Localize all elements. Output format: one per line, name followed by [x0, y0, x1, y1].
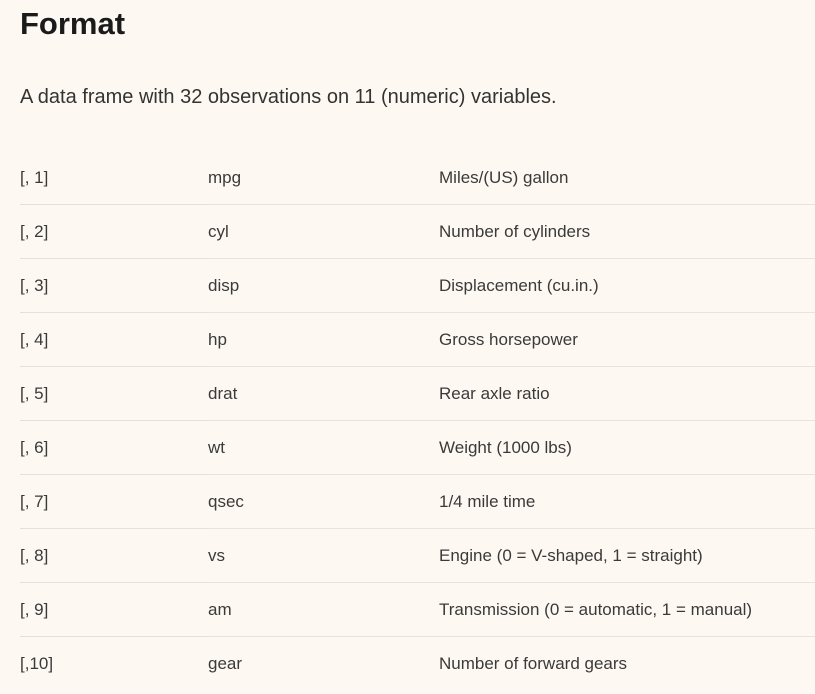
- table-row: [,10] gear Number of forward gears: [20, 636, 815, 690]
- table-row: [, 1] mpg Miles/(US) gallon: [20, 151, 815, 205]
- section-description: A data frame with 32 observations on 11 …: [20, 86, 557, 108]
- table-row: [, 8] vs Engine (0 = V-shaped, 1 = strai…: [20, 528, 815, 583]
- variable-name: qsec: [208, 474, 439, 529]
- variable-description: Number of cylinders: [439, 204, 815, 259]
- variable-index: [, 2]: [20, 204, 208, 259]
- variable-description: Miles/(US) gallon: [439, 167, 569, 187]
- variable-name: hp: [208, 312, 439, 367]
- variables-table: [, 1] mpg Miles/(US) gallon [, 2] cyl Nu…: [20, 151, 815, 690]
- table-row: [, 3] disp Displacement (cu.in.): [20, 258, 815, 313]
- variable-description: Transmission (0 = automatic, 1 = manual): [439, 582, 815, 637]
- variable-index: [, 8]: [20, 528, 208, 583]
- variable-index: [, 6]: [20, 420, 208, 475]
- table-row: [, 4] hp Gross horsepower: [20, 312, 815, 367]
- variable-name: cyl: [208, 204, 439, 259]
- variable-name: wt: [208, 420, 439, 475]
- table-row: [, 7] qsec 1/4 mile time: [20, 474, 815, 529]
- variable-description: Displacement (cu.in.): [439, 258, 815, 313]
- variable-description: Number of forward gears: [439, 636, 815, 690]
- variable-index: [, 1]: [20, 167, 49, 187]
- variable-index: [, 3]: [20, 258, 208, 313]
- table-row: [, 5] drat Rear axle ratio: [20, 366, 815, 421]
- variable-name: gear: [208, 636, 439, 690]
- variable-description: Engine (0 = V-shaped, 1 = straight): [439, 528, 815, 583]
- variable-name: drat: [208, 366, 439, 421]
- table-row: [, 9] am Transmission (0 = automatic, 1 …: [20, 582, 815, 637]
- variable-name: am: [208, 582, 439, 637]
- variable-description: 1/4 mile time: [439, 474, 815, 529]
- variable-name: disp: [208, 258, 439, 313]
- variables-table-body: [, 1] mpg Miles/(US) gallon [, 2] cyl Nu…: [20, 151, 815, 690]
- variable-index: [, 7]: [20, 474, 208, 529]
- variable-description: Weight (1000 lbs): [439, 420, 815, 475]
- table-row: [, 2] cyl Number of cylinders: [20, 204, 815, 259]
- variable-index: [, 4]: [20, 312, 208, 367]
- variable-index: [, 5]: [20, 366, 208, 421]
- variable-index: [,10]: [20, 636, 208, 690]
- variable-description: Rear axle ratio: [439, 366, 815, 421]
- section-heading: Format: [20, 6, 126, 41]
- variable-index: [, 9]: [20, 582, 208, 637]
- variable-name: vs: [208, 528, 439, 583]
- variable-name: mpg: [208, 167, 242, 187]
- table-row: [, 6] wt Weight (1000 lbs): [20, 420, 815, 475]
- variable-description: Gross horsepower: [439, 312, 815, 367]
